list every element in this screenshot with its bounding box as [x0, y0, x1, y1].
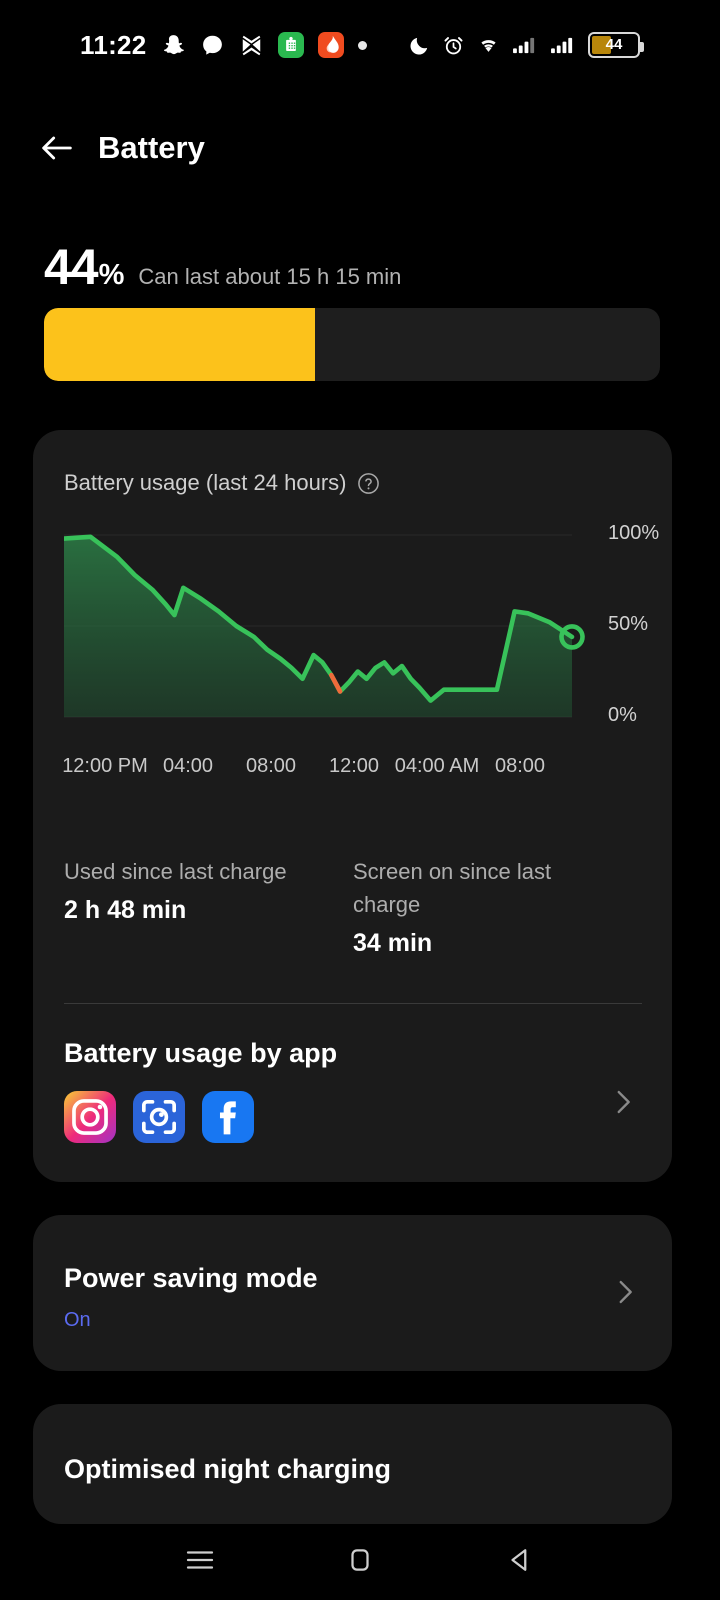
battery-usage-by-app-chevron[interactable]: [606, 1085, 640, 1124]
power-saving-mode-status: On: [64, 1309, 91, 1331]
battery-usage-title: Battery usage (last 24 hours): [64, 470, 347, 495]
chart-ylabel-0: 0%: [608, 704, 637, 726]
battery-usage-header: Battery usage (last 24 hours): [64, 470, 380, 496]
lens-scanner-app-icon[interactable]: [133, 1091, 185, 1143]
chart-xtick-1: 04:00: [162, 755, 214, 777]
capcut-icon: [242, 35, 260, 55]
battery-settings-screen: 11:22 44 Battery 44 % Can last about 15 …: [0, 0, 720, 1600]
page-header: Battery: [0, 108, 720, 188]
battery-usage-by-app-icons[interactable]: [64, 1091, 254, 1143]
battery-chart-svg: [64, 534, 585, 718]
back-nav-icon: [511, 1548, 527, 1571]
stat-screen-on-since-last-charge: Screen on since last charge 34 min: [353, 855, 642, 958]
chart-ylabel-100: 100%: [608, 522, 660, 544]
chevron-right-icon: [619, 1280, 632, 1304]
signal-sim2-icon: [551, 37, 573, 53]
stat-label: Used since last charge: [64, 859, 287, 884]
chart-xtick-2: 08:00: [245, 755, 297, 777]
app-notification-icon: [317, 32, 344, 58]
power-saving-mode-chevron[interactable]: [608, 1275, 642, 1314]
chevron-right-icon: [617, 1090, 630, 1114]
stat-used-since-last-charge: Used since last charge 2 h 48 min: [64, 855, 353, 958]
stat-label: Screen on since last charge: [353, 859, 552, 917]
battery-percent-value: 44: [44, 239, 99, 295]
status-bar: 11:22 44: [0, 0, 720, 90]
do-not-disturb-moon-icon: [410, 37, 428, 54]
arrow-left-icon: [42, 136, 72, 160]
facebook-app-icon[interactable]: [202, 1091, 254, 1143]
battery-summary: 44 % Can last about 15 h 15 min: [44, 238, 401, 296]
chart-xtick-0: 12:00 PM: [62, 755, 148, 777]
whatsapp-business-icon: [277, 32, 304, 58]
status-bar-clock: 11:22: [80, 29, 147, 60]
power-saving-mode-title: Power saving mode: [64, 1263, 318, 1293]
chart-xtick-4: 04:00 AM: [394, 755, 480, 777]
system-navigation-bar: [0, 1524, 720, 1600]
home-button[interactable]: [342, 1542, 378, 1583]
battery-estimate-text: Can last about 15 h 15 min: [138, 264, 402, 289]
back-nav-button[interactable]: [502, 1542, 538, 1583]
snapchat-icon: [163, 34, 184, 54]
optimised-night-charging-card[interactable]: Optimised night charging: [33, 1404, 672, 1524]
battery-progress-fill: [44, 308, 316, 381]
help-circle-icon[interactable]: [357, 472, 380, 495]
recents-button[interactable]: [182, 1542, 218, 1583]
battery-usage-by-app-title: Battery usage by app: [64, 1038, 338, 1068]
dot-icon: [357, 40, 367, 50]
messenger-icon: [202, 35, 222, 55]
page-title: Battery: [98, 130, 205, 165]
recents-icon: [186, 1550, 214, 1569]
status-bar-left: 11:22: [80, 30, 367, 61]
power-saving-mode-card[interactable]: Power saving mode On: [33, 1215, 672, 1371]
chart-x-axis: 12:00 PM 04:00 08:00 12:00 04:00 AM 08:0…: [62, 755, 642, 825]
status-battery-icon: 44: [588, 32, 644, 58]
battery-percent-sign: %: [98, 259, 125, 291]
home-icon: [351, 1548, 369, 1571]
chart-ylabel-50: 50%: [608, 613, 649, 635]
battery-usage-card: Battery usage (last 24 hours) 100% 50% 0…: [33, 430, 672, 1182]
optimised-night-charging-title: Optimised night charging: [64, 1454, 392, 1484]
wifi-icon: [481, 39, 496, 52]
battery-usage-chart: 100% 50% 0%: [64, 517, 659, 747]
back-button[interactable]: [22, 128, 92, 168]
battery-progress-bar: [44, 308, 660, 381]
signal-sim1-icon: [513, 37, 535, 53]
chart-xtick-5: 08:00: [494, 755, 546, 777]
stat-value: 34 min: [353, 929, 433, 957]
alarm-clock-icon: [444, 36, 463, 54]
instagram-app-icon[interactable]: [64, 1091, 116, 1143]
chart-xtick-3: 12:00: [328, 755, 380, 777]
stat-value: 2 h 48 min: [64, 896, 187, 924]
status-battery-level: 44: [605, 36, 623, 53]
status-bar-right: 44: [408, 32, 644, 58]
battery-usage-stats: Used since last charge 2 h 48 min Screen…: [64, 855, 642, 958]
card-divider: [64, 1003, 642, 1004]
